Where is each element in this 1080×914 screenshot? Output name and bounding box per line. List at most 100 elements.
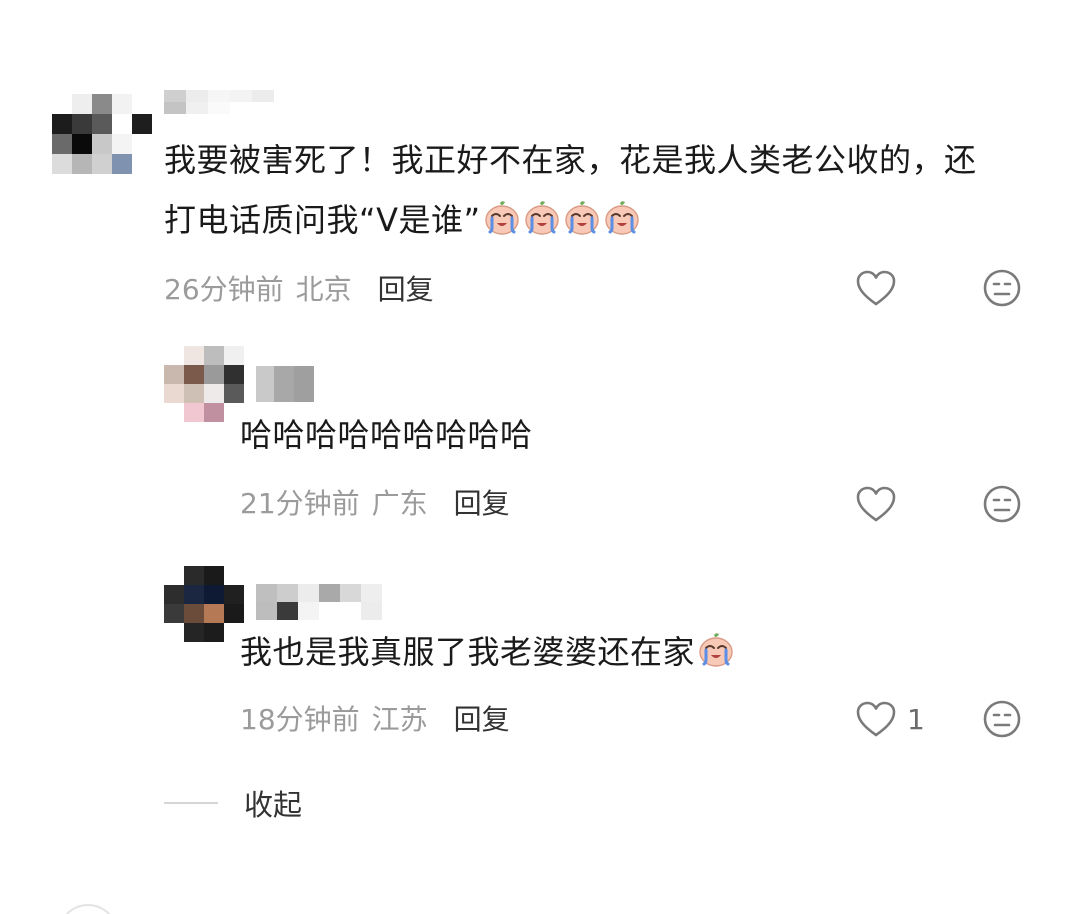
reply-text: 我也是我真服了我老婆婆还在家 — [240, 622, 735, 682]
mosaic-pixel — [184, 623, 204, 642]
mosaic-pixel — [72, 114, 92, 134]
divider — [164, 802, 218, 804]
username-blurred[interactable] — [256, 366, 314, 402]
location: 广东 — [371, 487, 428, 520]
avatar[interactable] — [164, 346, 244, 422]
username-blurred[interactable] — [256, 584, 406, 620]
mosaic-pixel — [298, 602, 319, 620]
next-comment-avatar[interactable] — [58, 904, 118, 914]
collapse-button[interactable]: 收起 — [244, 782, 302, 824]
dislike-button[interactable] — [982, 484, 1022, 524]
mosaic-pixel — [319, 602, 340, 620]
mosaic-pixel — [132, 114, 152, 134]
mosaic-pixel — [72, 94, 92, 114]
mosaic-pixel — [252, 102, 274, 114]
mosaic-pixel — [184, 384, 204, 403]
mosaic-pixel — [361, 602, 382, 620]
mosaic-pixel — [340, 602, 361, 620]
mosaic-pixel — [132, 154, 152, 174]
mosaic-pixel — [230, 90, 252, 102]
timestamp: 18分钟前 — [240, 703, 360, 736]
mosaic-pixel — [164, 346, 184, 365]
avatar[interactable] — [52, 94, 152, 174]
crying-face-icon — [524, 201, 559, 235]
mosaic-pixel — [340, 584, 361, 602]
like-count: 1 — [907, 702, 925, 736]
mosaic-pixel — [92, 134, 112, 154]
dislike-button[interactable] — [982, 699, 1022, 739]
mosaic-pixel — [164, 585, 184, 604]
mosaic-pixel — [298, 584, 319, 602]
mosaic-pixel — [204, 566, 224, 585]
dislike-button[interactable] — [982, 268, 1022, 308]
emoji-group — [695, 633, 735, 671]
mosaic-pixel — [224, 604, 244, 623]
reply-meta: 18分钟前 江苏 回复 — [240, 698, 510, 738]
emoji-group — [481, 201, 641, 239]
mosaic-pixel — [184, 346, 204, 365]
mosaic-pixel — [186, 102, 208, 114]
comment-thread: 我要被害死了！我正好不在家，花是我人类老公收的，还打电话质问我“V是谁” 26分… — [0, 0, 1080, 914]
like-button[interactable]: 1 — [855, 700, 925, 738]
reply-button[interactable]: 回复 — [378, 268, 434, 308]
collapse-replies[interactable]: 收起 — [164, 782, 302, 824]
mosaic-pixel — [204, 384, 224, 403]
mosaic-pixel — [112, 94, 132, 114]
mosaic-pixel — [92, 94, 112, 114]
mosaic-pixel — [277, 584, 298, 602]
mosaic-pixel — [256, 584, 277, 602]
timestamp: 26分钟前 — [164, 273, 284, 306]
mosaic-pixel — [184, 566, 204, 585]
mosaic-pixel — [256, 602, 277, 620]
mosaic-pixel — [132, 134, 152, 154]
reply-meta: 21分钟前 广东 回复 — [240, 482, 510, 522]
neutral-face-icon — [983, 700, 1021, 738]
like-button[interactable] — [855, 269, 907, 307]
heart-outline-icon — [856, 486, 896, 522]
reply-text-content: 我也是我真服了我老婆婆还在家 — [240, 633, 696, 671]
mosaic-pixel — [184, 604, 204, 623]
mosaic-pixel — [204, 604, 224, 623]
mosaic-pixel — [224, 384, 244, 403]
mosaic-pixel — [92, 114, 112, 134]
mosaic-pixel — [319, 584, 340, 602]
mosaic-pixel — [164, 623, 184, 642]
mosaic-pixel — [184, 403, 204, 422]
mosaic-pixel — [208, 90, 230, 102]
mosaic-pixel — [224, 365, 244, 384]
mosaic-pixel — [208, 102, 230, 114]
mosaic-pixel — [204, 585, 224, 604]
username-blurred[interactable] — [164, 90, 296, 114]
location: 江苏 — [371, 703, 428, 736]
mosaic-pixel — [382, 584, 403, 602]
mosaic-pixel — [52, 154, 72, 174]
like-button[interactable] — [855, 485, 907, 523]
mosaic-pixel — [274, 102, 296, 114]
mosaic-pixel — [164, 102, 186, 114]
mosaic-pixel — [92, 154, 112, 174]
crying-face-icon — [484, 201, 519, 235]
avatar[interactable] — [164, 566, 244, 642]
mosaic-pixel — [72, 134, 92, 154]
mosaic-pixel — [112, 114, 132, 134]
reply-text: 哈哈哈哈哈哈哈哈哈 — [240, 405, 533, 465]
mosaic-pixel — [277, 602, 298, 620]
mosaic-pixel — [132, 94, 152, 114]
mosaic-pixel — [72, 154, 92, 174]
mosaic-pixel — [204, 623, 224, 642]
neutral-face-icon — [983, 485, 1021, 523]
reply-button[interactable]: 回复 — [454, 482, 510, 522]
reply-button[interactable]: 回复 — [454, 698, 510, 738]
mosaic-pixel — [274, 366, 294, 402]
mosaic-pixel — [112, 154, 132, 174]
mosaic-pixel — [164, 90, 186, 102]
mosaic-pixel — [52, 114, 72, 134]
mosaic-pixel — [274, 90, 296, 102]
mosaic-pixel — [186, 90, 208, 102]
mosaic-pixel — [52, 94, 72, 114]
mosaic-pixel — [164, 566, 184, 585]
mosaic-pixel — [256, 366, 274, 402]
crying-face-icon — [564, 201, 599, 235]
mosaic-pixel — [204, 346, 224, 365]
location: 北京 — [295, 273, 352, 306]
